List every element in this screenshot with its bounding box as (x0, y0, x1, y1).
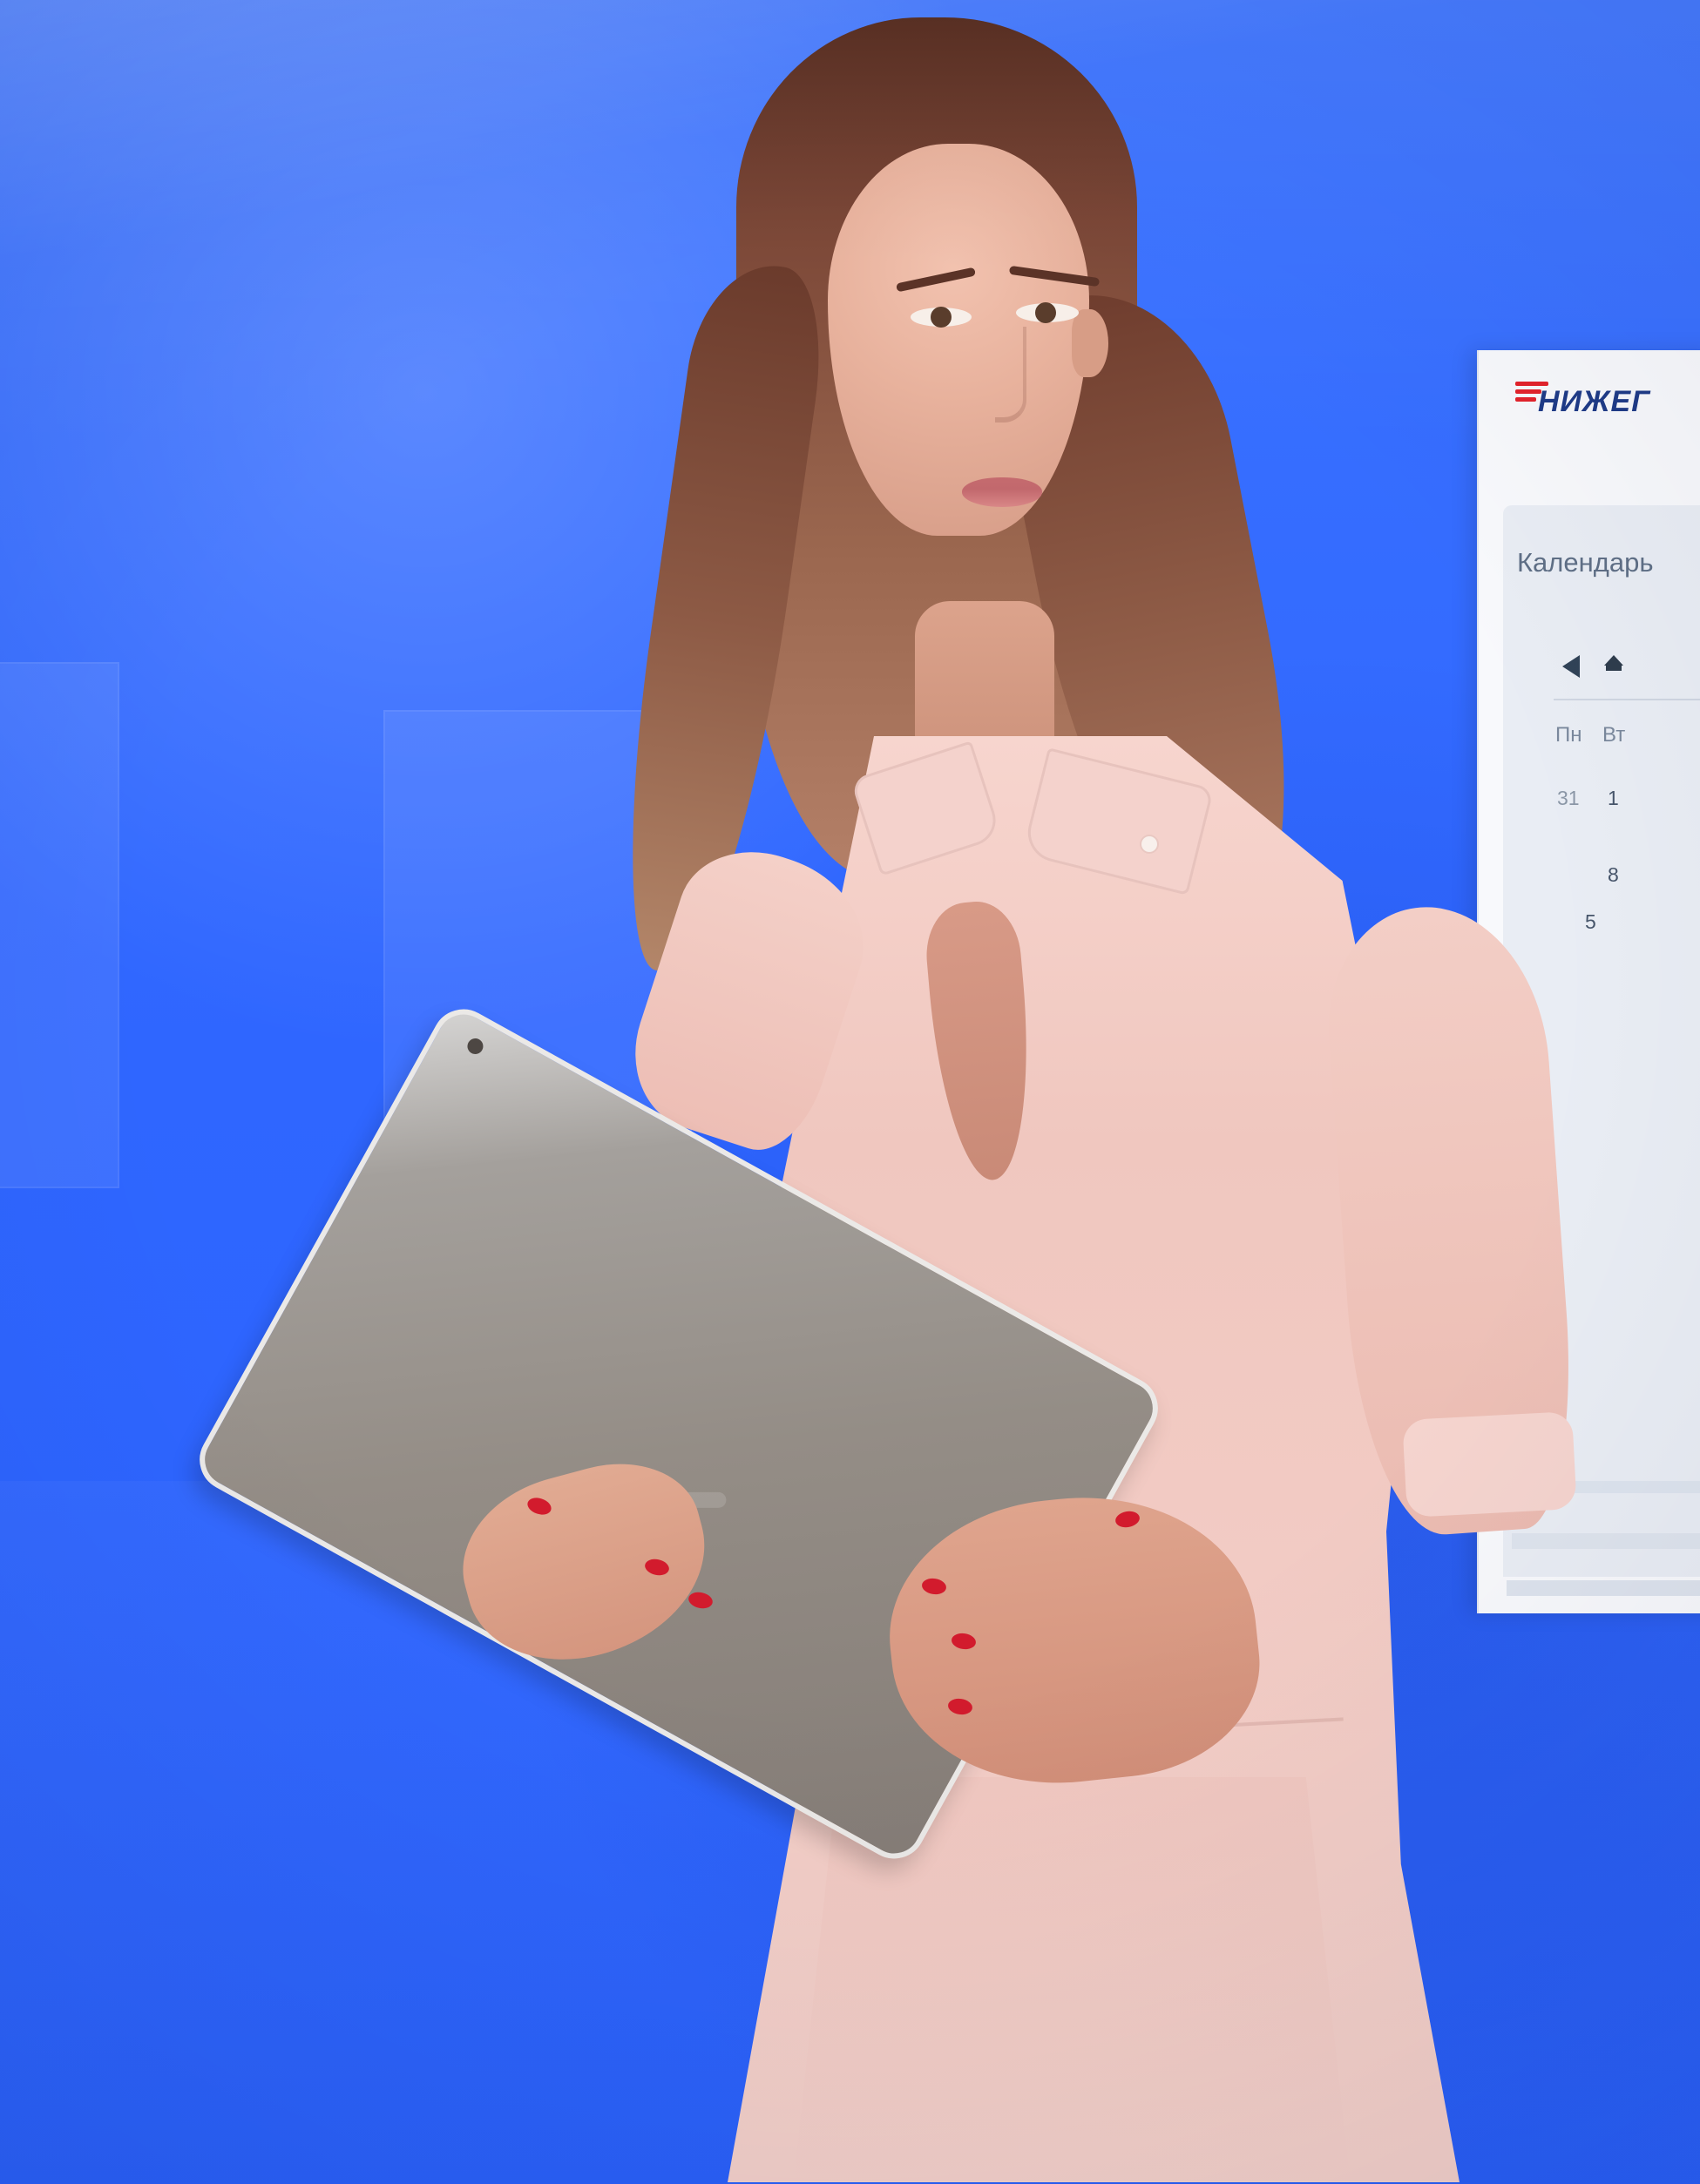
nose (995, 327, 1026, 423)
right-sleeve-cuff (1402, 1410, 1577, 1518)
woman-photo (188, 0, 1682, 2184)
lips (962, 477, 1042, 507)
background-window-left (0, 662, 119, 1188)
promo-scene: НИЖЕГ Календарь Пн Вт 31 1 8 5 (0, 0, 1700, 2184)
ear (1072, 309, 1108, 377)
left-iris (931, 307, 952, 328)
tablet-camera-icon (464, 1035, 486, 1058)
face (828, 144, 1089, 536)
right-iris (1035, 302, 1056, 323)
collar-button-icon (1141, 836, 1157, 852)
